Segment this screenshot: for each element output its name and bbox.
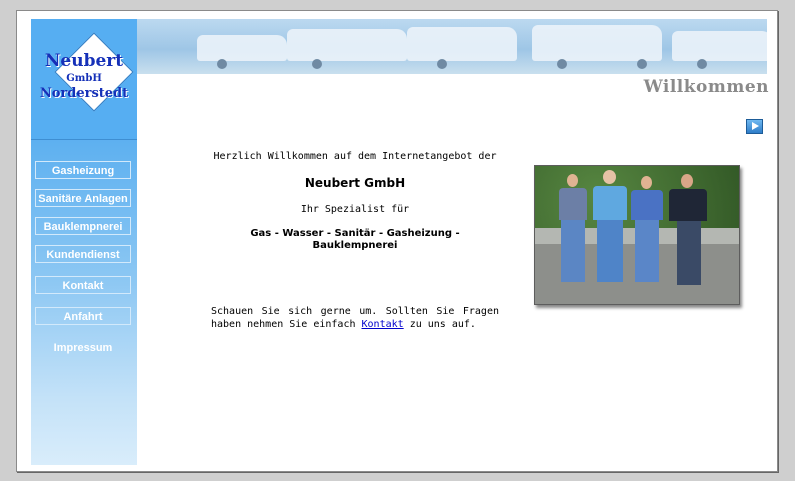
nav-item-impressum[interactable]: Impressum [35, 338, 131, 356]
company-logo[interactable]: Neubert GmbH Norderstedt [31, 19, 137, 140]
header-banner-image [137, 19, 767, 74]
closing-text-after: zu uns auf. [403, 319, 476, 330]
services-list: Gas - Wasser - Sanitär - Gasheizung - Ba… [250, 228, 460, 251]
logo-legal-form: GmbH [66, 73, 102, 84]
company-name: Neubert GmbH [304, 176, 406, 190]
nav-item-sanitaere-anlagen[interactable]: Sanitäre Anlagen [35, 189, 131, 207]
page-title: Willkommen [643, 77, 769, 97]
specialist-text: Ihr Spezialist für [300, 204, 410, 215]
nav-item-anfahrt[interactable]: Anfahrt [35, 307, 131, 325]
page-frame: Neubert GmbH Norderstedt Gasheizung Sani… [16, 10, 778, 472]
nav-item-gasheizung[interactable]: Gasheizung [35, 161, 131, 179]
closing-paragraph: Schauen Sie sich gerne um. Sollten Sie F… [211, 305, 499, 331]
next-arrow-icon[interactable] [746, 119, 763, 134]
nav-item-kontakt[interactable]: Kontakt [35, 276, 131, 294]
nav-item-bauklempnerei[interactable]: Bauklempnerei [35, 217, 131, 235]
team-photo [534, 165, 740, 305]
contact-link[interactable]: Kontakt [362, 319, 404, 330]
nav-item-kundendienst[interactable]: Kundendienst [35, 245, 131, 263]
welcome-text: Herzlich Willkommen auf dem Internetange… [213, 151, 497, 162]
logo-name: Neubert [44, 51, 124, 71]
sidebar: Neubert GmbH Norderstedt Gasheizung Sani… [31, 19, 137, 465]
logo-city: Norderstedt [39, 86, 129, 101]
